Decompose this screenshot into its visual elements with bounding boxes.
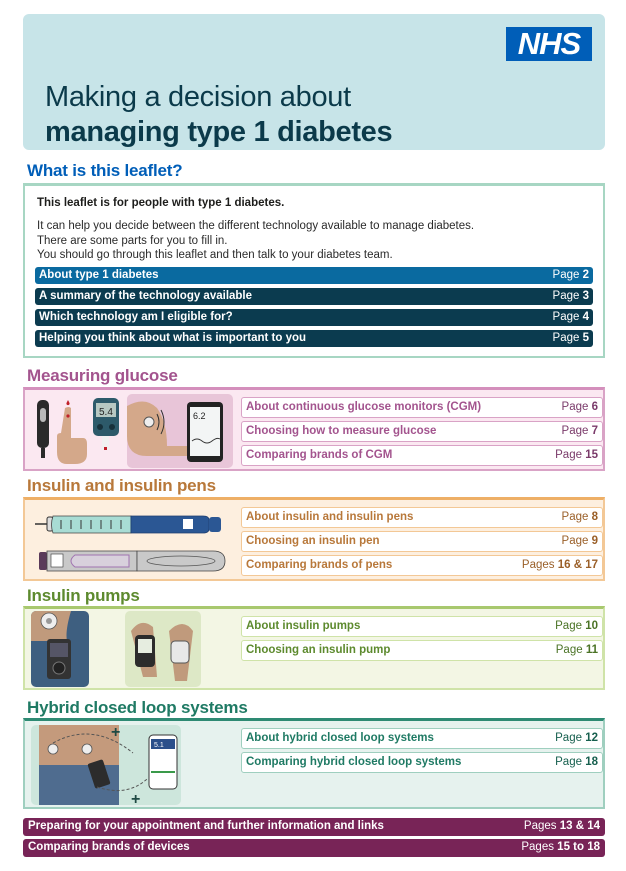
link-label: About insulin and insulin pens [246,511,414,523]
nhs-logo: NHS [506,27,592,61]
finger-prick-illustration: 5.4 [31,394,125,468]
link-label: About insulin pumps [246,620,361,632]
link-choosing-pump[interactable]: Choosing an insulin pump Page 11 [241,640,603,661]
link-page: Page 7 [561,425,598,437]
toc-label: A summary of the technology available [39,290,253,302]
toc-item-summary[interactable]: A summary of the technology available Pa… [35,288,593,305]
pump-waist-illustration [31,611,89,687]
intro-line: It can help you decide between the diffe… [37,220,475,232]
link-label: About hybrid closed loop systems [246,732,434,744]
link-page: Page 11 [555,644,598,656]
toc-item-about-type1[interactable]: About type 1 diabetes Page 2 [35,267,593,284]
intro-line: You should go through this leaflet and t… [37,249,393,261]
link-page: Page 18 [555,756,598,768]
link-about-pens[interactable]: About insulin and insulin pens Page 8 [241,507,603,528]
link-about-pumps[interactable]: About insulin pumps Page 10 [241,616,603,637]
hybrid-heading: Hybrid closed loop systems [27,698,248,717]
toc-page: Page 2 [552,269,589,281]
pump-hands-illustration [125,611,201,687]
link-page: Page 6 [561,401,598,413]
link-label: Comparing brands of devices [28,841,190,853]
link-label: Comparing brands of pens [246,559,393,571]
link-page: Pages 13 & 14 [523,820,600,832]
link-choosing-pen[interactable]: Choosing an insulin pen Page 9 [241,531,603,552]
link-label: Preparing for your appointment and furth… [28,820,384,832]
link-label: Comparing hybrid closed loop systems [246,756,462,768]
link-label: Choosing an insulin pen [246,535,380,547]
phone-reading: 6.2 [193,411,206,421]
link-about-cgm[interactable]: About continuous glucose monitors (CGM) … [241,397,603,418]
link-brands-pens[interactable]: Comparing brands of pens Pages 16 & 17 [241,555,603,576]
pumps-heading: Insulin pumps [27,586,140,605]
toc-label: Helping you think about what is importan… [39,332,307,344]
toc-page: Page 5 [552,332,589,344]
link-label: Choosing how to measure glucose [246,425,437,437]
link-label: About continuous glucose monitors (CGM) [246,401,482,413]
pumps-panel: About insulin pumps Page 10 Choosing an … [23,606,605,690]
svg-text:+: + [111,725,120,741]
intro-bold-line: This leaflet is for people with type 1 d… [37,197,285,209]
pens-heading: Insulin and insulin pens [27,476,216,495]
link-comparing-hybrid[interactable]: Comparing hybrid closed loop systems Pag… [241,752,603,773]
link-page: Page 9 [561,535,598,547]
intro-heading: What is this leaflet? [27,161,183,180]
meter-reading: 5.4 [99,407,113,418]
toc-label: Which technology am I eligible for? [39,311,233,323]
link-comparing-devices[interactable]: Comparing brands of devices Pages 15 to … [23,839,605,857]
svg-text:+: + [131,791,140,805]
link-page: Page 12 [555,732,598,744]
link-preparing-appointment[interactable]: Preparing for your appointment and furth… [23,818,605,836]
glucose-heading: Measuring glucose [27,366,178,385]
intro-panel: This leaflet is for people with type 1 d… [23,183,605,358]
intro-line: There are some parts for you to fill in. [37,235,228,247]
toc-label: About type 1 diabetes [39,269,159,281]
page-title-line2: managing type 1 diabetes [45,116,393,148]
hybrid-panel: + + 5.1 About hybrid closed loop systems… [23,718,605,809]
link-about-hybrid[interactable]: About hybrid closed loop systems Page 12 [241,728,603,749]
hybrid-loop-illustration: + + 5.1 [31,725,181,805]
link-page: Pages 15 to 18 [521,841,600,853]
insulin-pens-illustration [31,504,231,578]
header-banner: NHS Making a decision about managing typ… [23,14,605,150]
glucose-panel: 5.4 6.2 About continuous glucose monitor… [23,387,605,471]
page-title-line1: Making a decision about [45,81,351,113]
link-page: Page 8 [561,511,598,523]
link-choosing-glucose[interactable]: Choosing how to measure glucose Page 7 [241,421,603,442]
link-brands-cgm[interactable]: Comparing brands of CGM Page 15 [241,445,603,466]
link-label: Choosing an insulin pump [246,644,391,656]
link-label: Comparing brands of CGM [246,449,393,461]
hybrid-phone-reading: 5.1 [154,742,164,749]
toc-item-important[interactable]: Helping you think about what is importan… [35,330,593,347]
link-page: Page 15 [555,449,598,461]
toc-page: Page 4 [552,311,589,323]
toc-item-eligibility[interactable]: Which technology am I eligible for? Page… [35,309,593,326]
link-page: Pages 16 & 17 [521,559,598,571]
pens-panel: About insulin and insulin pens Page 8 Ch… [23,497,605,581]
link-page: Page 10 [555,620,598,632]
toc-page: Page 3 [552,290,589,302]
cgm-arm-illustration: 6.2 [127,394,233,468]
